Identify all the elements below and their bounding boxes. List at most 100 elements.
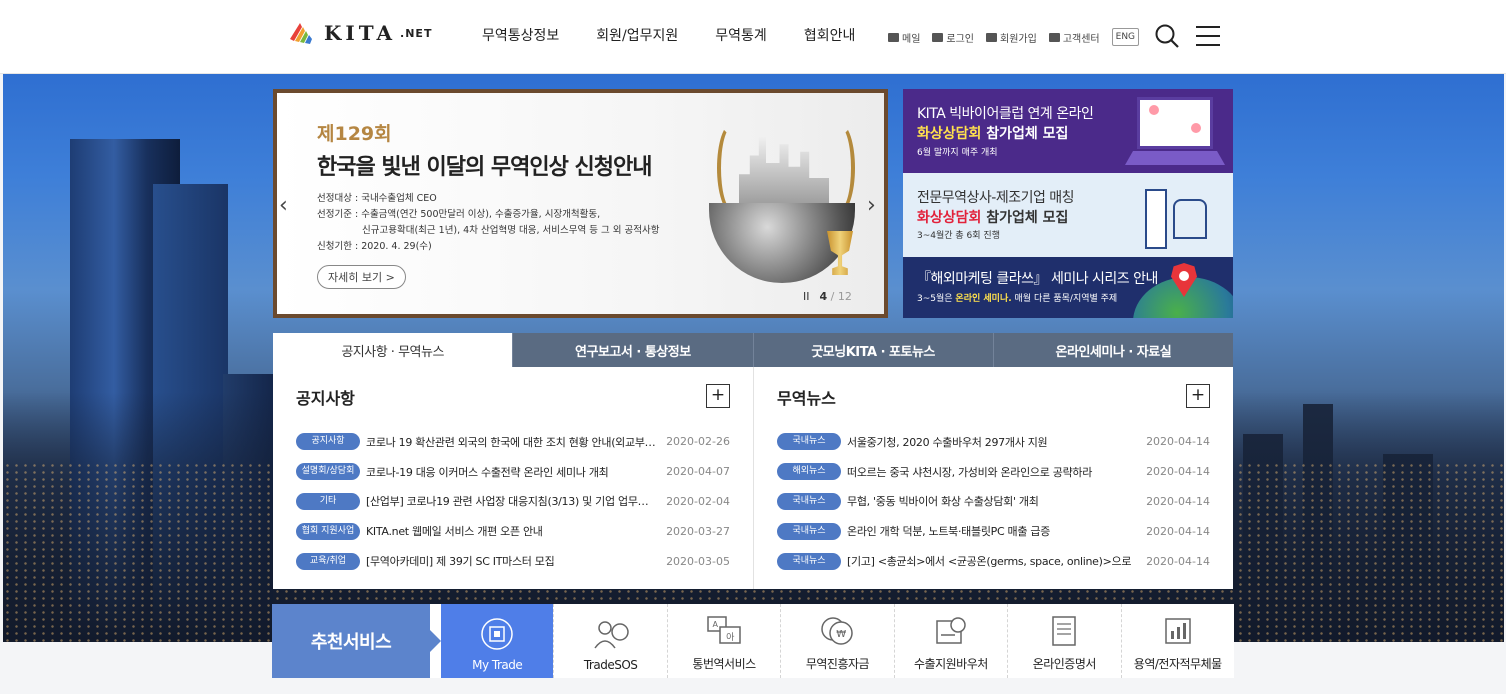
board-panel: 공지사항 + 공지사항 코로나 19 확산관련 외국의 한국에 대한 조치 현황 … <box>273 367 1233 589</box>
join-label: 회원가입 <box>1000 33 1037 45</box>
item-title: 온라인 개학 덕분, 노트북·태블릿PC 매출 급증 <box>847 525 1051 539</box>
item-title: [산업부] 코로나19 관련 사업장 대응지침(3/13) 및 기업 업무지속계… <box>366 495 656 509</box>
side-banner-line2: 참가업체 모집 <box>981 126 1069 142</box>
side-banner-highlight: 온라인 세미나. <box>955 294 1012 304</box>
list-item[interactable]: 국내뉴스 [기고] <총균쇠>에서 <균공온(germs, space, onli… <box>777 546 1210 576</box>
item-title: 떠오르는 중국 샤천시장, 가성비와 온라인으로 공략하라 <box>847 465 1093 479</box>
service-intangible-goods[interactable]: 용역/전자적무체물 <box>1120 604 1234 678</box>
side-banner-seminar[interactable]: 『해외마케팅 클라쓰』 세미나 시리즈 안내 3~5월은 온라인 세미나. 매월… <box>903 257 1233 318</box>
support-link[interactable]: 고객센터 <box>1048 30 1100 45</box>
list-item[interactable]: 국내뉴스 서울중기청, 2020 수출바우처 297개사 지원 2020-04-14 <box>777 427 1210 457</box>
item-date: 2020-02-26 <box>666 435 730 449</box>
gnb-about[interactable]: 협회안내 <box>804 25 856 45</box>
logo-text: KITA <box>324 21 397 45</box>
list-item[interactable]: 공지사항 코로나 19 확산관련 외국의 한국에 대한 조치 현황 안내(외교부 … <box>296 427 730 457</box>
lock-icon <box>932 32 944 42</box>
side-banner-line1: 전문무역상사-제조기업 매칭 <box>917 190 1075 206</box>
category-badge: 해외뉴스 <box>777 463 841 481</box>
item-title: 서울중기청, 2020 수출바우처 297개사 지원 <box>847 435 1048 449</box>
side-banner-highlight: 화상상담회 <box>917 126 982 142</box>
item-title: 코로나 19 확산관련 외국의 한국에 대한 조치 현황 안내(외교부 제공) <box>366 435 656 449</box>
service-my-trade[interactable]: My Trade <box>441 604 554 678</box>
service-translation[interactable]: 아 A 통번역서비스 <box>666 604 780 678</box>
service-label: 무역진흥자금 <box>805 657 870 671</box>
side-banner-line3-rest: 매월 다른 품목/지역별 주제 <box>1011 294 1118 304</box>
prev-arrow-icon[interactable]: ‹ <box>279 193 288 218</box>
tab-notice-news[interactable]: 공지사항 · 무역뉴스 <box>273 333 513 367</box>
side-banner-matching[interactable]: 전문무역상사-제조기업 매칭 화상상담회 참가업체 모집 3~4월간 총 6회 … <box>903 173 1233 257</box>
translation-icon: 아 A <box>707 616 741 644</box>
gnb-trade-stats[interactable]: 무역통계 <box>715 25 767 45</box>
notice-more-button[interactable]: + <box>706 384 730 408</box>
kita-logo[interactable]: KITA .NET <box>288 18 432 48</box>
mail-label: 메일 <box>902 33 921 45</box>
item-date: 2020-03-05 <box>666 554 730 568</box>
side-banner-line1: 『해외마케팅 클라쓰』 세미나 시리즈 안내 <box>917 271 1158 287</box>
side-banner-line3: 3~4월간 총 6회 진행 <box>917 231 1000 241</box>
item-date: 2020-04-14 <box>1146 494 1210 508</box>
service-label: 수출지원바우처 <box>914 657 988 671</box>
service-label: 온라인증명서 <box>1032 657 1097 671</box>
category-badge: 공지사항 <box>296 433 360 451</box>
service-label: My Trade <box>472 658 523 672</box>
banner-pager: II 4 / 12 <box>803 290 852 303</box>
list-item[interactable]: 해외뉴스 떠오르는 중국 샤천시장, 가성비와 온라인으로 공략하라 2020-04… <box>777 457 1210 487</box>
svg-text:A: A <box>713 620 719 629</box>
coin-icon: ₩ <box>821 617 854 645</box>
header: KITA .NET 무역통상정보 회원/업무지원 무역통계 협회안내 메일 로그… <box>0 0 1506 74</box>
side-banner-line1: KITA 빅바이어클럽 연계 온라인 <box>917 106 1094 122</box>
banner-more-button[interactable]: 자세히 보기 > <box>317 265 406 289</box>
list-item[interactable]: 협회 지원사업 KITA.net 웹메일 서비스 개편 오픈 안내 2020-03-… <box>296 516 730 546</box>
main-banner[interactable]: 제129회 한국을 빛낸 이달의 무역인상 신청안내 선정대상 : 국내수출업체… <box>273 89 888 318</box>
news-more-button[interactable]: + <box>1186 384 1210 408</box>
category-badge: 국내뉴스 <box>777 433 841 451</box>
list-item[interactable]: 교육/취업 [무역아카데미] 제 39기 SC IT마스터 모집 2020-03-0… <box>296 546 730 576</box>
logo-mark-icon <box>290 23 312 44</box>
item-title: [기고] <총균쇠>에서 <균공온(germs, space, online)>… <box>847 555 1132 569</box>
skyline-image <box>739 136 829 208</box>
tab-seminar-library[interactable]: 온라인세미나 · 자료실 <box>992 333 1233 367</box>
login-link[interactable]: 로그인 <box>932 30 974 45</box>
people-globe-icon <box>594 621 629 649</box>
page-total: / 12 <box>830 290 852 303</box>
join-link[interactable]: 회원가입 <box>986 30 1037 45</box>
category-badge: 협회 지원사업 <box>296 522 360 540</box>
category-badge: 국내뉴스 <box>777 522 841 540</box>
list-item[interactable]: 기타 [산업부] 코로나19 관련 사업장 대응지침(3/13) 및 기업 업무지… <box>296 487 730 517</box>
next-arrow-icon[interactable]: › <box>867 193 876 218</box>
menu-icon[interactable] <box>1196 26 1220 48</box>
list-item[interactable]: 국내뉴스 무협, '중동 빅바이어 화상 수출상담회' 개최 2020-04-14 <box>777 487 1210 517</box>
list-item[interactable]: 국내뉴스 온라인 개학 덕분, 노트북·태블릿PC 매출 급증 2020-04-14 <box>777 516 1210 546</box>
banner-details: 선정대상 : 국내수출업체 CEO 선정기준 : 수출금액(연간 500만달러 … <box>317 191 659 255</box>
list-item[interactable]: 설명회/상담회 코로나-19 대응 이커머스 수출전략 온라인 세미나 개최 202… <box>296 457 730 487</box>
utility-nav: 메일 로그인 회원가입 고객센터 ENG <box>888 28 1140 46</box>
service-trade-fund[interactable]: ₩ 무역진흥자금 <box>780 604 893 678</box>
search-icon[interactable] <box>1154 23 1180 49</box>
login-label: 로그인 <box>946 33 975 45</box>
item-date: 2020-02-04 <box>666 494 730 508</box>
banner-episode: 제129회 <box>317 123 392 145</box>
tab-goodmorning-photo[interactable]: 굿모닝KITA · 포토뉴스 <box>752 333 993 367</box>
tab-research-reports[interactable]: 연구보고서 · 통상정보 <box>512 333 753 367</box>
gnb-member-support[interactable]: 회원/업무지원 <box>596 25 678 45</box>
user-add-icon <box>986 32 998 42</box>
side-banner-buyer-club[interactable]: KITA 빅바이어클럽 연계 온라인 화상상담회 참가업체 모집 6월 말까지 … <box>903 89 1233 173</box>
mail-link[interactable]: 메일 <box>888 30 920 45</box>
chip-icon <box>481 618 513 650</box>
pause-button[interactable]: II <box>803 290 810 303</box>
item-title: [무역아카데미] 제 39기 SC IT마스터 모집 <box>366 555 555 569</box>
service-label: 용역/전자적무체물 <box>1133 657 1222 671</box>
global-nav: 무역통상정보 회원/업무지원 무역통계 협회안내 <box>482 25 855 45</box>
category-badge: 국내뉴스 <box>777 492 841 510</box>
service-export-voucher[interactable]: 수출지원바우처 <box>893 604 1007 678</box>
service-tradesos[interactable]: TradeSOS <box>553 604 666 678</box>
eng-button[interactable]: ENG <box>1111 28 1140 46</box>
service-online-certificate[interactable]: 온라인증명서 <box>1007 604 1120 678</box>
banner-detail-line: 신규고용확대(최근 1년), 4차 산업혁명 대응, 서비스무역 등 그 외 공… <box>362 225 660 236</box>
item-date: 2020-04-14 <box>1146 524 1210 538</box>
item-title: 무협, '중동 빅바이어 화상 수출상담회' 개최 <box>847 495 1039 509</box>
gnb-trade-info[interactable]: 무역통상정보 <box>482 25 559 45</box>
mail-icon <box>888 32 899 42</box>
banner-detail-line: 선정기준 : 수출금액(연간 500만달러 이상), 수출증가율, 시장개척활동… <box>317 209 601 220</box>
chart-doc-icon <box>1164 618 1191 644</box>
